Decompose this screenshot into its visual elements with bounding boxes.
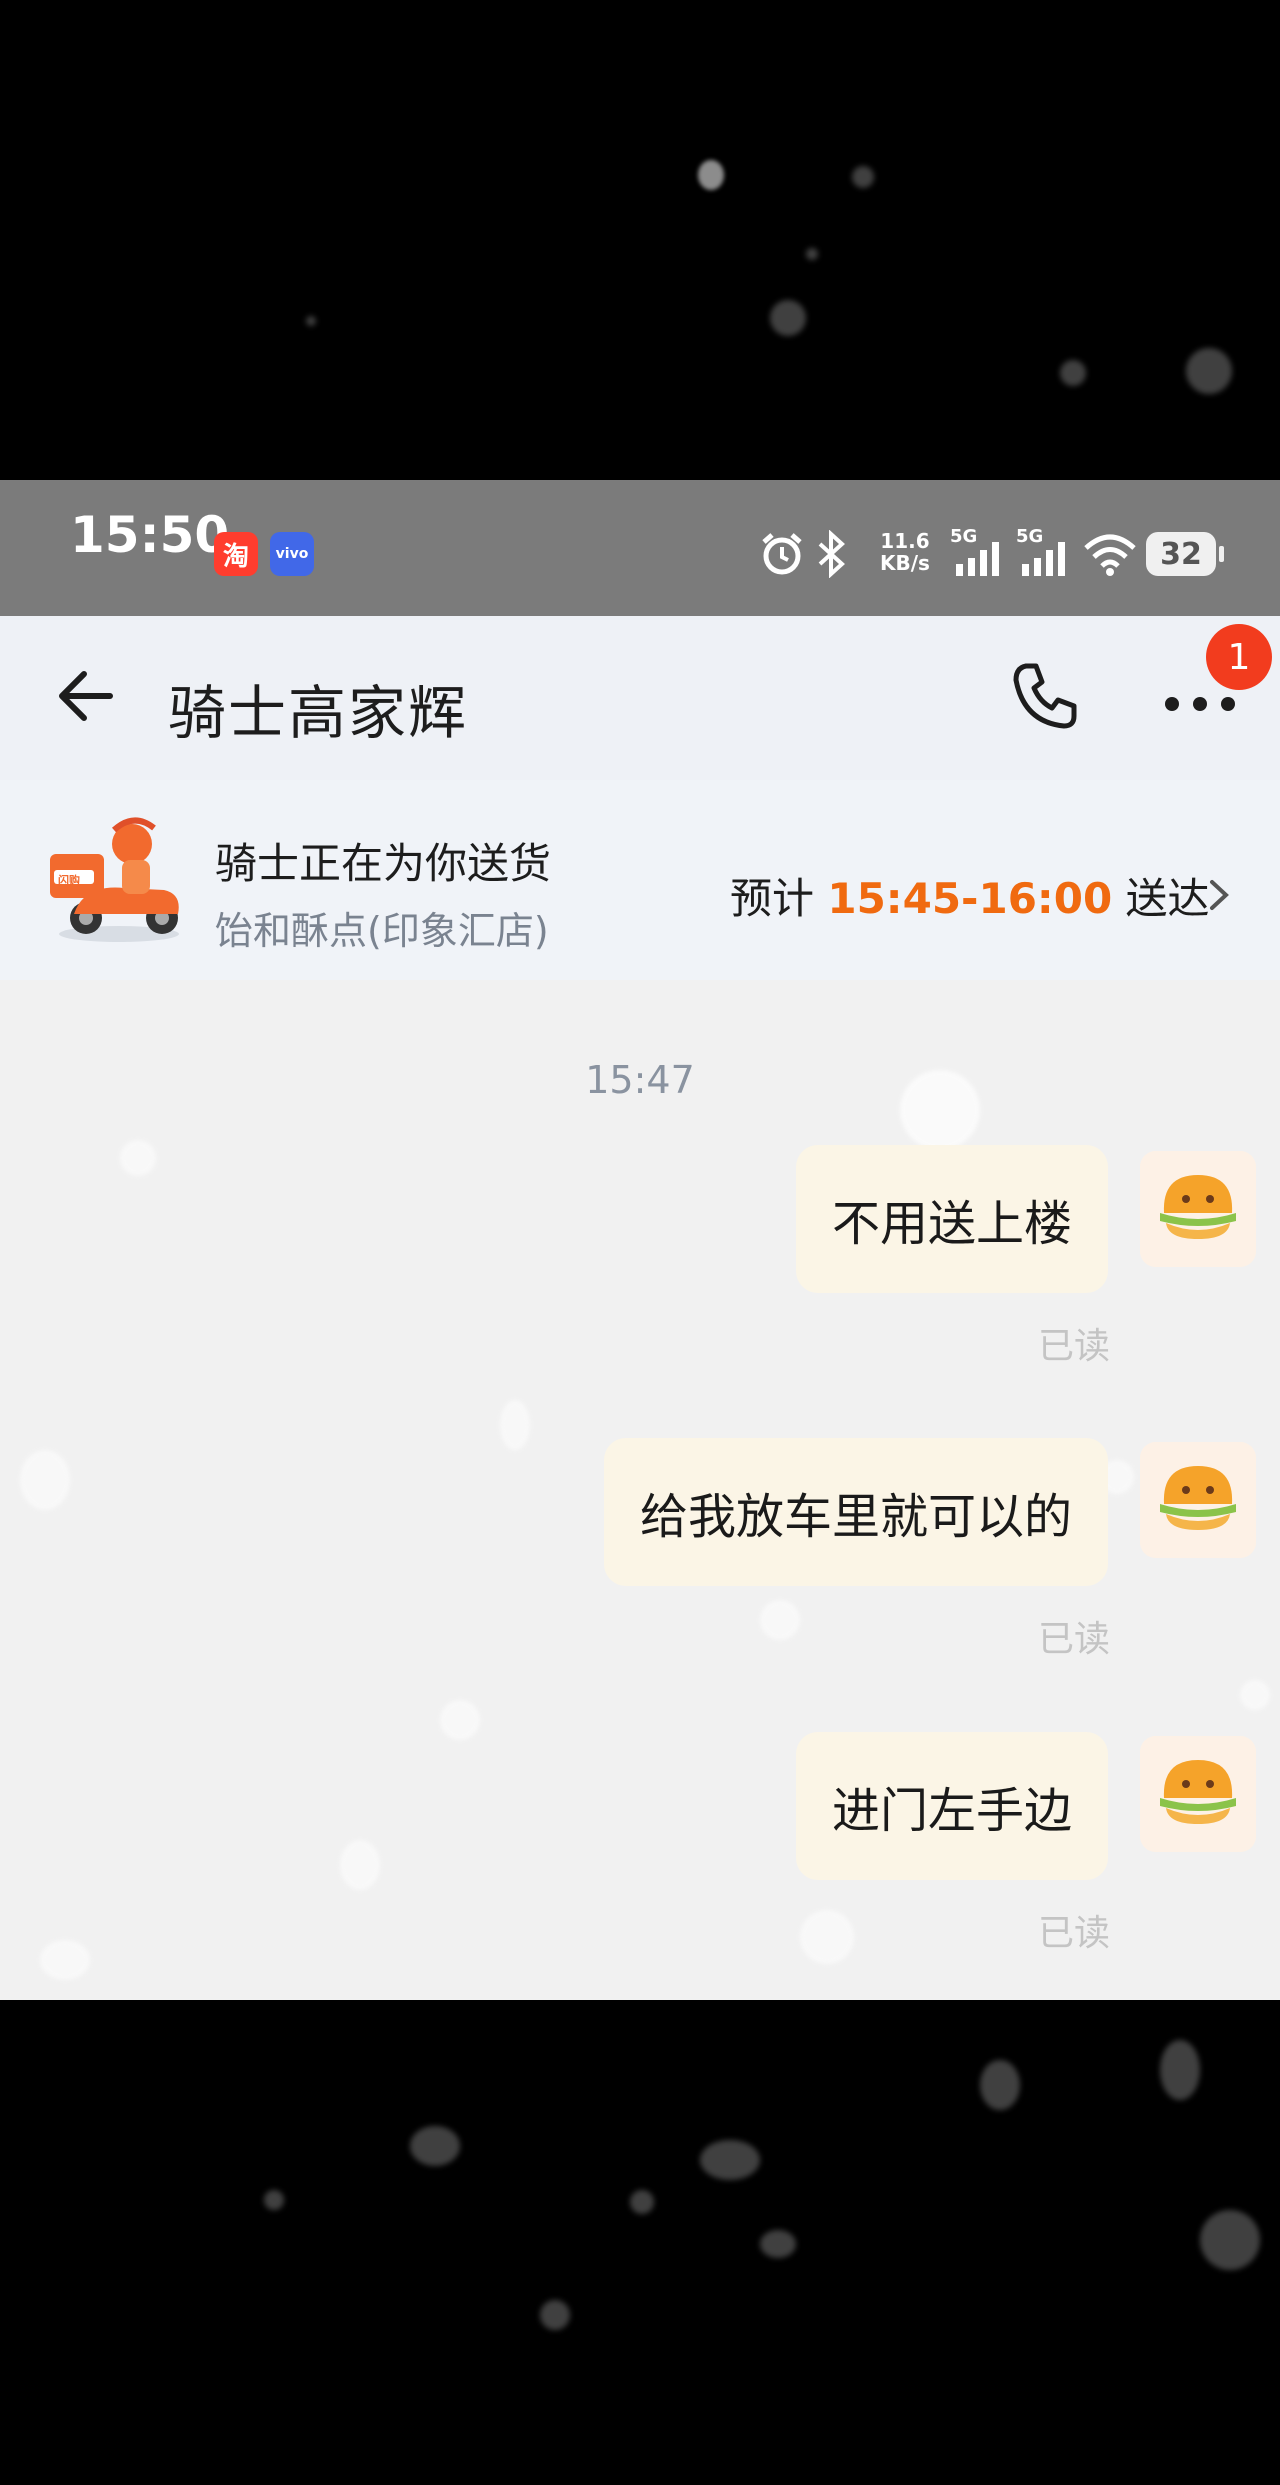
chat-header: 骑士高家辉 1: [0, 616, 1280, 780]
back-arrow-icon[interactable]: [50, 656, 130, 736]
alarm-icon: [762, 533, 802, 575]
status-time: 15:50: [70, 506, 230, 564]
notification-badge: 1: [1206, 624, 1272, 690]
vivo-app-icon: vivo: [270, 532, 314, 576]
chat-messages-area: 15:47 不用送上楼 已读 给我放车里就可以的 已读 进门左手边 已读: [0, 980, 1280, 2000]
message-bubble[interactable]: 给我放车里就可以的: [603, 1438, 1108, 1586]
message-bubble[interactable]: 进门左手边: [795, 1732, 1108, 1880]
network-speed: 11.6 KB/s: [880, 530, 930, 574]
status-bar: 15:50 淘 vivo 11.6 KB/s 5G 5G 32: [0, 480, 1280, 616]
battery-indicator: 32: [1146, 532, 1224, 576]
eta-suffix: 送达: [1112, 874, 1210, 923]
eta-prefix: 预计: [730, 874, 828, 923]
delivery-status-card[interactable]: 闪购 骑士正在为你送货 饴和酥点(印象汇店) 预计 15:45-16:00 送达: [0, 780, 1280, 981]
rider-avatar-label: 闪购: [58, 874, 80, 887]
user-avatar-burger-icon[interactable]: [1140, 1736, 1256, 1852]
bluetooth-icon: [818, 530, 845, 578]
network-speed-unit: KB/s: [880, 551, 930, 575]
signal-bars-icon: [956, 542, 999, 576]
chat-timestamp: 15:47: [585, 1058, 695, 1102]
message-bubble[interactable]: 不用送上楼: [795, 1145, 1108, 1293]
user-avatar-burger-icon[interactable]: [1140, 1151, 1256, 1267]
chat-title: 骑士高家辉: [168, 679, 469, 747]
wifi-icon: [1084, 534, 1136, 576]
phone-screenshot: 15:50 淘 vivo 11.6 KB/s 5G 5G 32 骑士高家辉 1 …: [0, 480, 1280, 2000]
sim2-signal: 5G: [1016, 526, 1076, 578]
chevron-right-icon[interactable]: [1200, 870, 1240, 920]
taobao-app-icon: 淘: [214, 532, 258, 576]
read-receipt: 已读: [1037, 1326, 1110, 1367]
shop-name: 饴和酥点(印象汇店): [215, 909, 549, 953]
phone-call-icon[interactable]: [1004, 656, 1084, 736]
user-avatar-burger-icon[interactable]: [1140, 1442, 1256, 1558]
read-receipt: 已读: [1037, 1913, 1110, 1954]
delivery-eta: 预计 15:45-16:00 送达: [730, 865, 1210, 926]
network-speed-value: 11.6: [880, 529, 930, 553]
delivery-status-text: 骑士正在为你送货: [215, 839, 552, 888]
eta-time: 15:45-16:00: [827, 874, 1113, 923]
read-receipt: 已读: [1037, 1619, 1110, 1660]
sim1-signal: 5G: [950, 526, 1010, 578]
signal-bars-icon: [1022, 542, 1065, 576]
